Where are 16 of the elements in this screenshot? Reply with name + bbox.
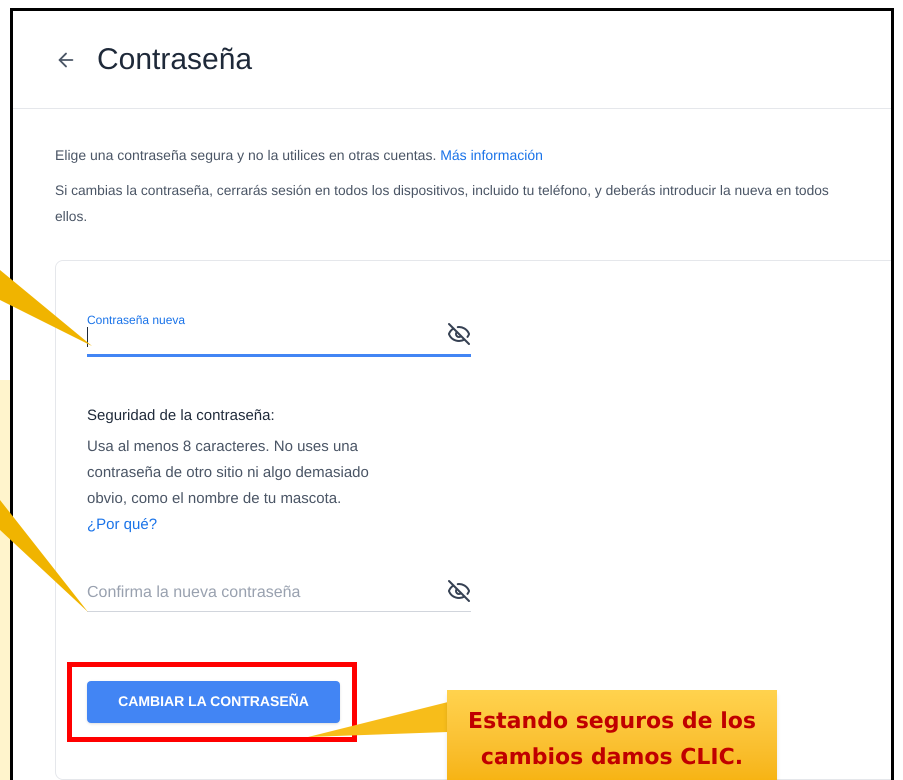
strength-title: Seguridad de la contraseña:: [87, 406, 276, 426]
warning-text: Si cambias la contraseña, cerrarás sesión en todos los dispositivos, incluido tu teléfono, y deberás introducir la nueva en todos ellos.: [55, 182, 830, 226]
why-link[interactable]: ¿Por qué?: [87, 516, 158, 532]
field-label: Contraseña nueva: [87, 312, 186, 329]
password-field[interactable]: Confirma la nueva contraseña: [87, 566, 471, 612]
text-cursor: [87, 327, 88, 347]
password-field[interactable]: Contraseña nueva: [87, 311, 471, 357]
password-input[interactable]: Confirma la nueva contraseña: [87, 580, 447, 604]
eye-off-icon[interactable]: [447, 322, 471, 346]
strength-text: Usa al menos 8 caracteres. No uses una contraseña de otro sitio ni algo demasiado obvio, como el nombre de tu mascota. ¿Por qué?: [87, 436, 370, 534]
more-info-link[interactable]: Más información: [440, 147, 543, 163]
eye-off-icon[interactable]: [447, 578, 471, 602]
change-password-button[interactable]: CAMBIAR LA CONTRASEÑA: [87, 680, 340, 722]
callout-text: Estando seguros de los cambios damos CLIC.: [467, 708, 757, 772]
page-title: Contraseña: [97, 42, 252, 78]
intro-text: Elige una contraseña segura y no la utilices en otras cuentas. Más información: [55, 146, 544, 165]
